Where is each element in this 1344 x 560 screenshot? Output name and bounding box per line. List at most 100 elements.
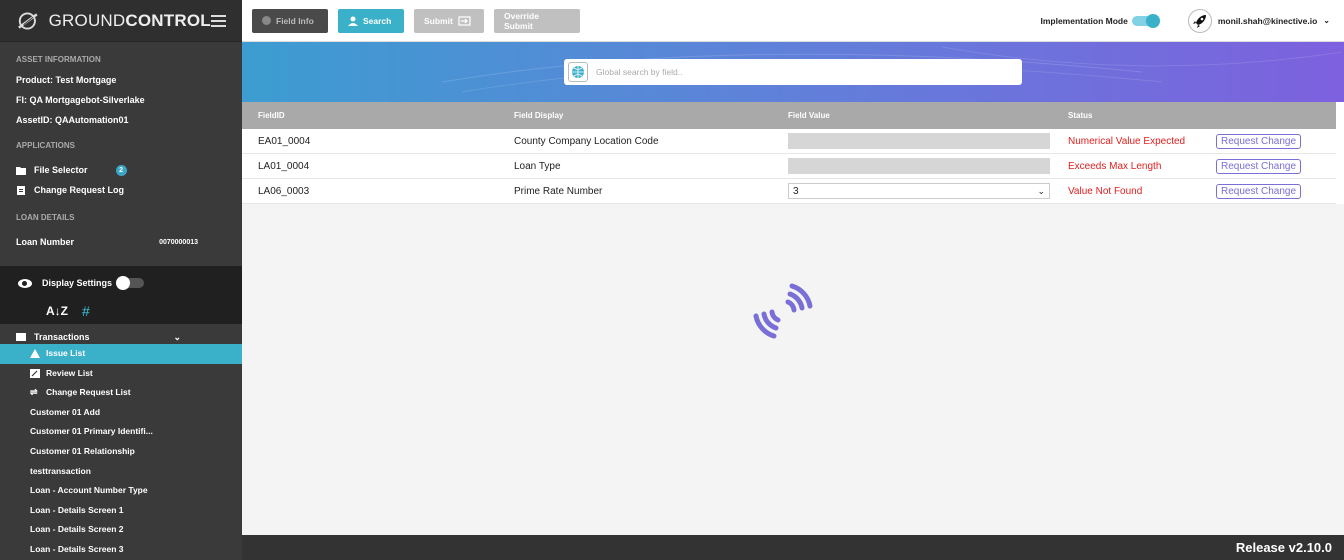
loading-spinner-icon (753, 283, 813, 339)
applications-title: APPLICATIONS (16, 141, 75, 150)
transaction-item[interactable]: Loan - Details Screen 2 (0, 520, 242, 540)
groundcontrol-logo-icon (18, 11, 38, 30)
field-info-button[interactable]: Field Info (252, 8, 328, 33)
nav-review-list[interactable]: Review List (0, 364, 242, 384)
asset-id-info: AssetID: QAAutomation01 (16, 115, 129, 125)
sort-alphabetical-icon[interactable]: A↓Z (46, 304, 68, 318)
transaction-item[interactable]: Loan - Details Screen 1 (0, 501, 242, 521)
field-value-cell (772, 133, 1052, 149)
table-icon (16, 333, 26, 341)
global-search (564, 59, 1022, 85)
column-header: Status (1068, 111, 1093, 120)
release-footer: Release v2.10.0 (242, 535, 1344, 560)
transaction-item[interactable]: Customer 01 Relationship (0, 442, 242, 462)
nav-issue-list[interactable]: Issue List (0, 344, 242, 364)
brand-name: GROUNDCONTROL (48, 10, 211, 30)
transaction-item[interactable]: Loan - Account Number Type (0, 481, 242, 501)
loan-number-value: 0070000013 (159, 238, 198, 246)
column-header: FieldID (258, 111, 285, 120)
asset-information-title: ASSET INFORMATION (16, 55, 101, 64)
field-value-cell (772, 158, 1052, 174)
transaction-item[interactable]: Customer 01 Primary Identifi... (0, 422, 242, 442)
chevron-down-icon: ⌄ (1037, 185, 1045, 196)
table-row: LA01_0004 Loan Type Exceeds Max Length R… (242, 154, 1336, 179)
issue-table: FieldID Field Display Field Value Status… (242, 102, 1336, 204)
display-settings-toggle[interactable] (116, 276, 145, 290)
action-cell: Request Change (1216, 133, 1336, 149)
transaction-item[interactable]: Loan - Details Screen 3 (0, 540, 242, 560)
submit-button[interactable]: Submit (414, 8, 484, 33)
field-id-cell: LA06_0003 (258, 185, 310, 197)
field-display-cell: Loan Type (514, 160, 561, 172)
implementation-mode: Implementation Mode (1040, 13, 1160, 28)
override-submit-label: Override Submit (504, 10, 539, 31)
nav-change-request-list-label: Change Request List (46, 387, 131, 398)
review-icon (30, 368, 40, 378)
field-id-cell: LA01_0004 (258, 160, 310, 172)
warning-icon (30, 349, 40, 359)
transactions-label: Transactions (34, 332, 90, 342)
column-header: Field Value (788, 111, 830, 120)
transaction-item[interactable]: Customer 01 Add (0, 403, 242, 423)
display-settings-panel: Display Settings A↓Z # (0, 266, 242, 324)
chevron-down-icon: ⌄ (173, 331, 181, 342)
field-display-cell: County Company Location Code (514, 135, 659, 147)
chevron-down-icon: ⌄ (1323, 16, 1330, 25)
display-settings-label: Display Settings (42, 278, 113, 288)
field-value-cell: 3 ⌄ (772, 183, 1052, 199)
change-request-log-link[interactable]: Change Request Log (0, 180, 242, 200)
request-change-button[interactable]: Request Change (1216, 158, 1302, 174)
loan-number-label: Loan Number (16, 237, 75, 247)
eye-icon (18, 278, 32, 288)
search-banner (242, 42, 1344, 102)
request-change-button[interactable]: Request Change (1216, 133, 1302, 149)
folder-icon (16, 166, 26, 175)
status-cell: Value Not Found (1068, 185, 1143, 197)
submit-label: Submit (424, 15, 453, 26)
globe-icon[interactable] (568, 62, 588, 82)
sidebar: GROUNDCONTROL ASSET INFORMATION Product:… (0, 0, 242, 560)
table-row: EA01_0004 County Company Location Code N… (242, 129, 1336, 154)
field-id-cell: EA01_0004 (258, 135, 311, 147)
status-cell: Numerical Value Expected (1068, 135, 1186, 147)
status-cell: Exceeds Max Length (1068, 160, 1162, 172)
override-submit-button[interactable]: Override Submit (494, 8, 580, 33)
info-icon (262, 16, 271, 25)
sort-numeric-icon[interactable]: # (82, 303, 90, 319)
avatar (1187, 8, 1212, 33)
implementation-mode-label: Implementation Mode (1040, 15, 1128, 26)
search-button[interactable]: Search (338, 8, 404, 33)
log-icon (17, 185, 25, 195)
brand-header: GROUNDCONTROL (0, 0, 242, 42)
display-settings-row: Display Settings (0, 266, 242, 300)
hamburger-menu-icon[interactable] (210, 14, 226, 27)
transaction-item[interactable]: testtransaction (0, 462, 242, 482)
change-list-icon: ⇌ (30, 387, 38, 398)
scrollbar[interactable] (1336, 102, 1344, 204)
rocket-icon (1192, 14, 1206, 28)
file-selector-label: File Selector (34, 165, 88, 175)
file-selector-badge: 2 (115, 164, 127, 176)
user-menu[interactable]: monil.shah@kinective.io ⌄ (1187, 8, 1330, 33)
field-value-input[interactable] (788, 158, 1050, 174)
product-info: Product: Test Mortgage (16, 75, 117, 85)
nav-issue-list-label: Issue List (46, 348, 86, 358)
file-selector-link[interactable]: File Selector 2 (0, 160, 242, 180)
field-display-cell: Prime Rate Number (514, 185, 603, 197)
implementation-mode-toggle[interactable] (1131, 13, 1160, 28)
field-value-select[interactable]: 3 ⌄ (788, 183, 1050, 199)
loan-number-row: Loan Number 0070000013 (0, 228, 242, 256)
top-toolbar: Field Info Search Submit Override Submit… (242, 0, 1344, 42)
field-value-input[interactable] (788, 133, 1050, 149)
global-search-input[interactable] (596, 67, 996, 77)
field-info-label: Field Info (276, 15, 314, 26)
table-header: FieldID Field Display Field Value Status (242, 102, 1336, 129)
nav-change-request-list[interactable]: ⇌ Change Request List (0, 383, 242, 403)
nav-review-list-label: Review List (46, 367, 93, 378)
submit-icon (458, 15, 471, 26)
user-icon (348, 16, 358, 26)
loan-details-title: LOAN DETAILS (16, 213, 75, 222)
sort-options: A↓Z # (0, 300, 242, 322)
request-change-button[interactable]: Request Change (1216, 183, 1302, 199)
transactions-header[interactable]: Transactions ⌄ (0, 330, 242, 344)
